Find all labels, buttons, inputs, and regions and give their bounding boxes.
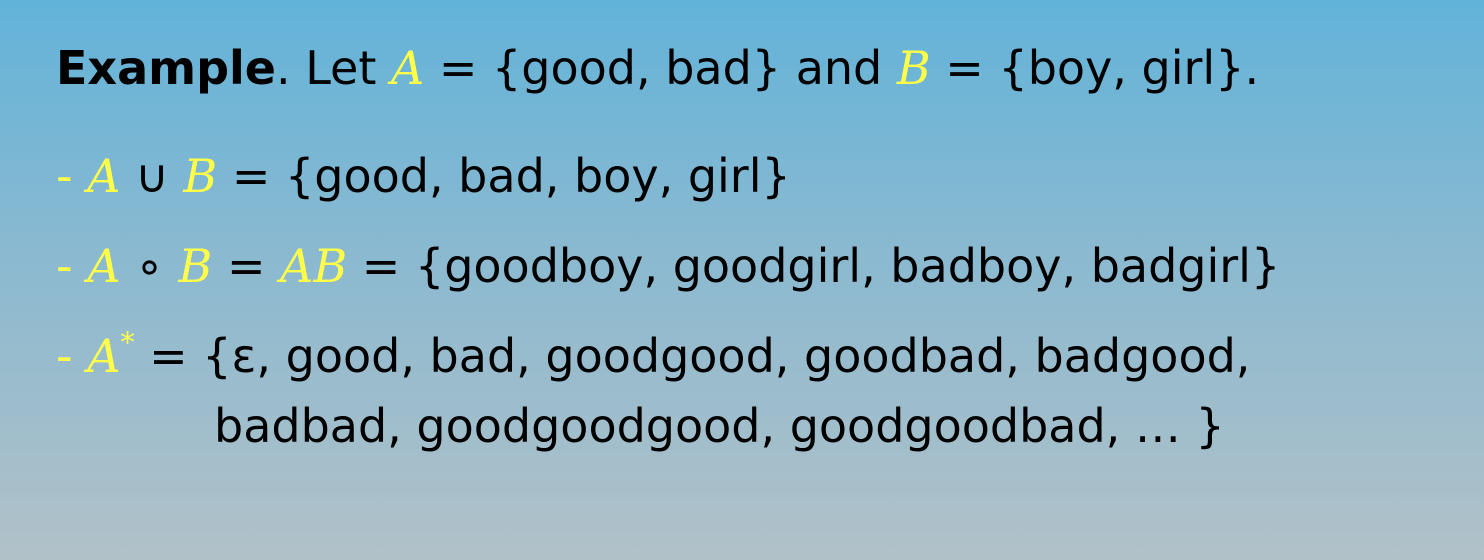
star-result-part1: = {ε, good, bad, goodgood, goodbad, badg… — [134, 329, 1251, 383]
union-a-symbol: A — [87, 149, 121, 203]
bullet-dash: - — [56, 329, 88, 383]
star-result-part2: badbad, goodgoodgood, goodgoodbad, … } — [214, 399, 1225, 453]
set-b-definition: = {boy, girl}. — [930, 41, 1260, 95]
set-a-symbol: A — [391, 41, 425, 95]
union-operator: ∪ — [120, 149, 184, 203]
union-line: - A ∪ B = {good, bad, boy, girl} — [56, 146, 791, 206]
set-a-definition: = {good, bad} and — [424, 41, 897, 95]
bullet-dash: - — [56, 239, 88, 293]
set-b-symbol: B — [896, 41, 931, 95]
example-heading-line: Example. Let A = {good, bad} and B = {bo… — [56, 38, 1259, 98]
concat-operator: ∘ — [120, 239, 179, 293]
star-superscript: * — [120, 325, 135, 359]
kleene-star-line: - A* = {ε, good, bad, goodgood, goodbad,… — [56, 326, 1250, 386]
concat-ab-symbol: AB — [280, 239, 348, 293]
star-a-symbol: A — [87, 329, 121, 383]
bullet-dash: - — [56, 149, 88, 203]
slide: Example. Let A = {good, bad} and B = {bo… — [0, 0, 1484, 560]
concat-result: = {goodboy, goodgirl, badboy, badgirl} — [347, 239, 1281, 293]
example-label: Example — [56, 41, 276, 95]
let-text: . Let — [275, 41, 391, 95]
kleene-star-continuation: badbad, goodgoodgood, goodgoodbad, … } — [214, 396, 1225, 456]
union-result: = {good, bad, boy, girl} — [217, 149, 791, 203]
union-b-symbol: B — [183, 149, 218, 203]
concat-b-symbol: B — [178, 239, 213, 293]
concat-equals: = — [212, 239, 281, 293]
concatenation-line: - A ∘ B = AB = {goodboy, goodgirl, badbo… — [56, 236, 1280, 296]
concat-a-symbol: A — [87, 239, 121, 293]
